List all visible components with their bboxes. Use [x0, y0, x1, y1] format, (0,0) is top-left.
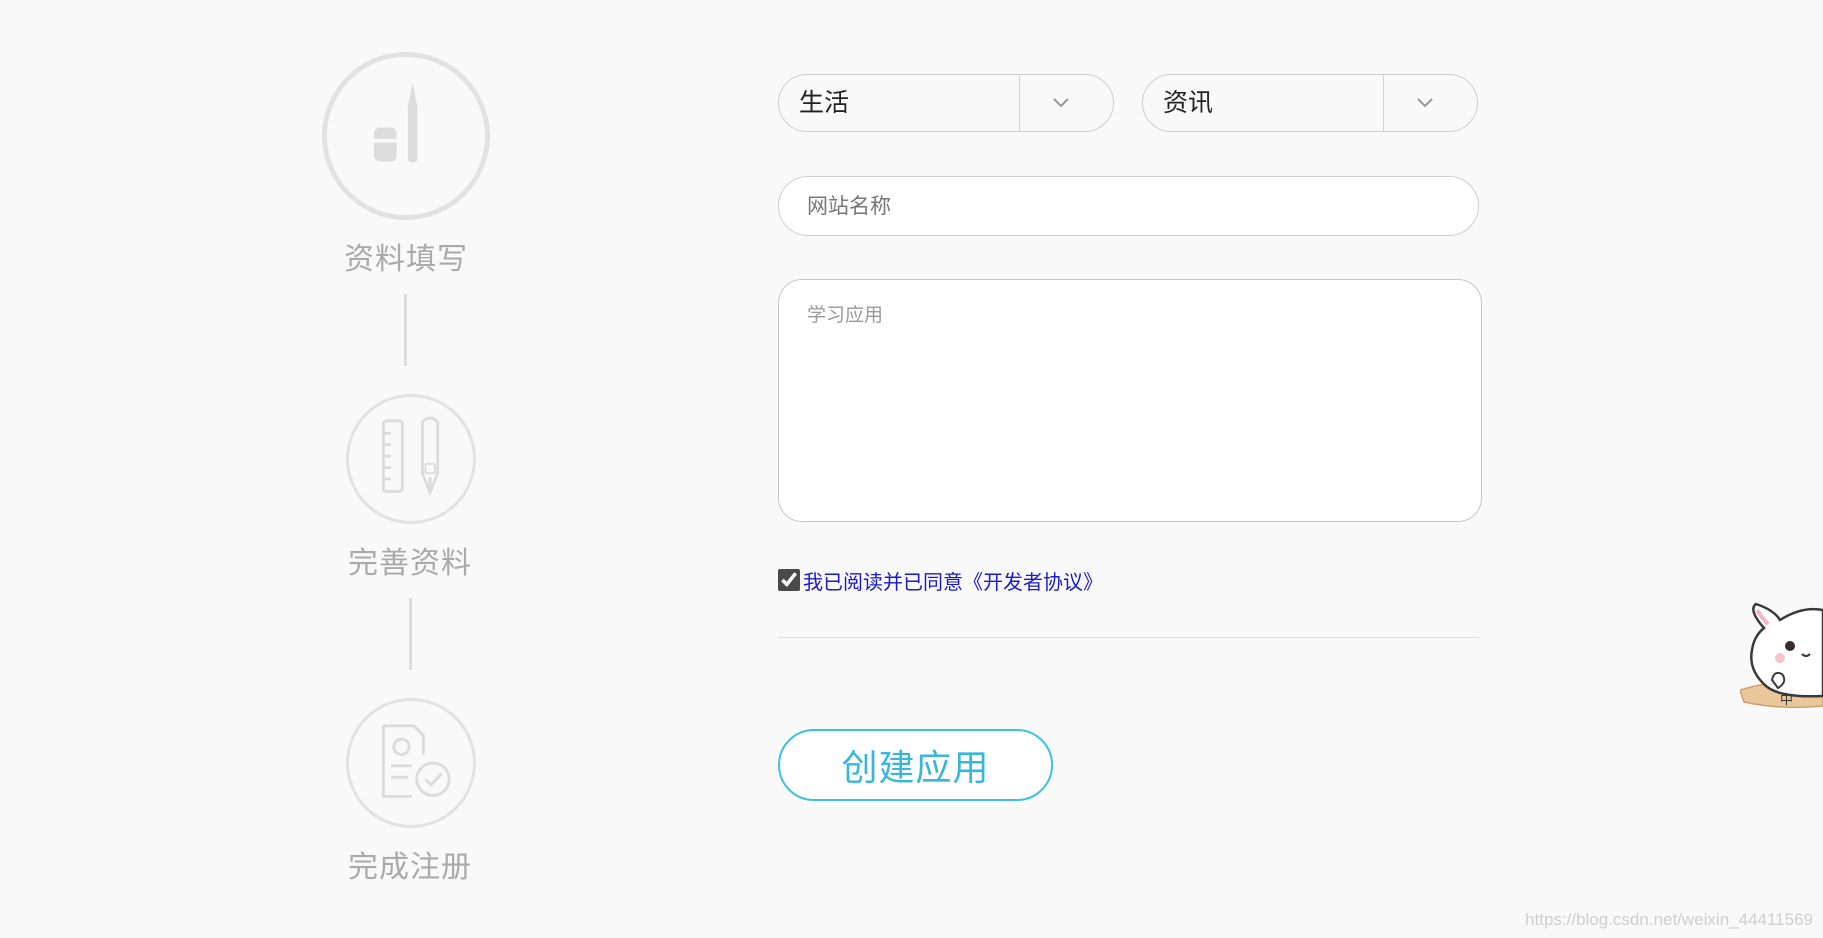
step-connector — [404, 294, 407, 366]
cat-mascot-icon: 中 — [1740, 602, 1823, 709]
select-divider — [1019, 75, 1020, 131]
pencil-eraser-icon — [374, 83, 418, 163]
select-divider — [1383, 75, 1384, 131]
chevron-down-icon[interactable] — [1413, 93, 1437, 113]
step-3-circle — [346, 698, 476, 828]
divider — [778, 637, 1479, 638]
category-select-value: 生活 — [799, 88, 850, 117]
step-2-circle — [346, 394, 476, 524]
site-name-input[interactable] — [778, 176, 1479, 236]
watermark: https://blog.csdn.net/weixin_44411569 — [1525, 910, 1813, 929]
step-1-label: 资料填写 — [344, 242, 468, 277]
step-3-label: 完成注册 — [348, 850, 472, 885]
chevron-down-icon[interactable] — [1049, 93, 1073, 113]
step-1-circle — [322, 52, 490, 220]
agreement-link[interactable]: 我已阅读并已同意《开发者协议》 — [803, 566, 1103, 595]
agreement-checkbox[interactable] — [778, 569, 800, 591]
mascot-badge-text: 中 — [1780, 693, 1793, 708]
create-app-button[interactable]: 创建应用 — [778, 729, 1053, 801]
step-connector — [409, 598, 412, 670]
agreement-row[interactable]: 我已阅读并已同意《开发者协议》 — [778, 566, 1103, 595]
page: 资料填写 完善资料 完成注册 生活 资讯 网站名称 学习应用 我已阅读并已同意《… — [0, 0, 1823, 938]
step-2-label: 完善资料 — [348, 546, 472, 581]
document-check-icon — [381, 724, 451, 798]
description-textarea[interactable] — [778, 279, 1482, 522]
type-select-value: 资讯 — [1163, 88, 1214, 117]
ruler-pen-icon — [381, 416, 440, 497]
type-select[interactable]: 资讯 — [1142, 74, 1478, 132]
category-select[interactable]: 生活 — [778, 74, 1114, 132]
